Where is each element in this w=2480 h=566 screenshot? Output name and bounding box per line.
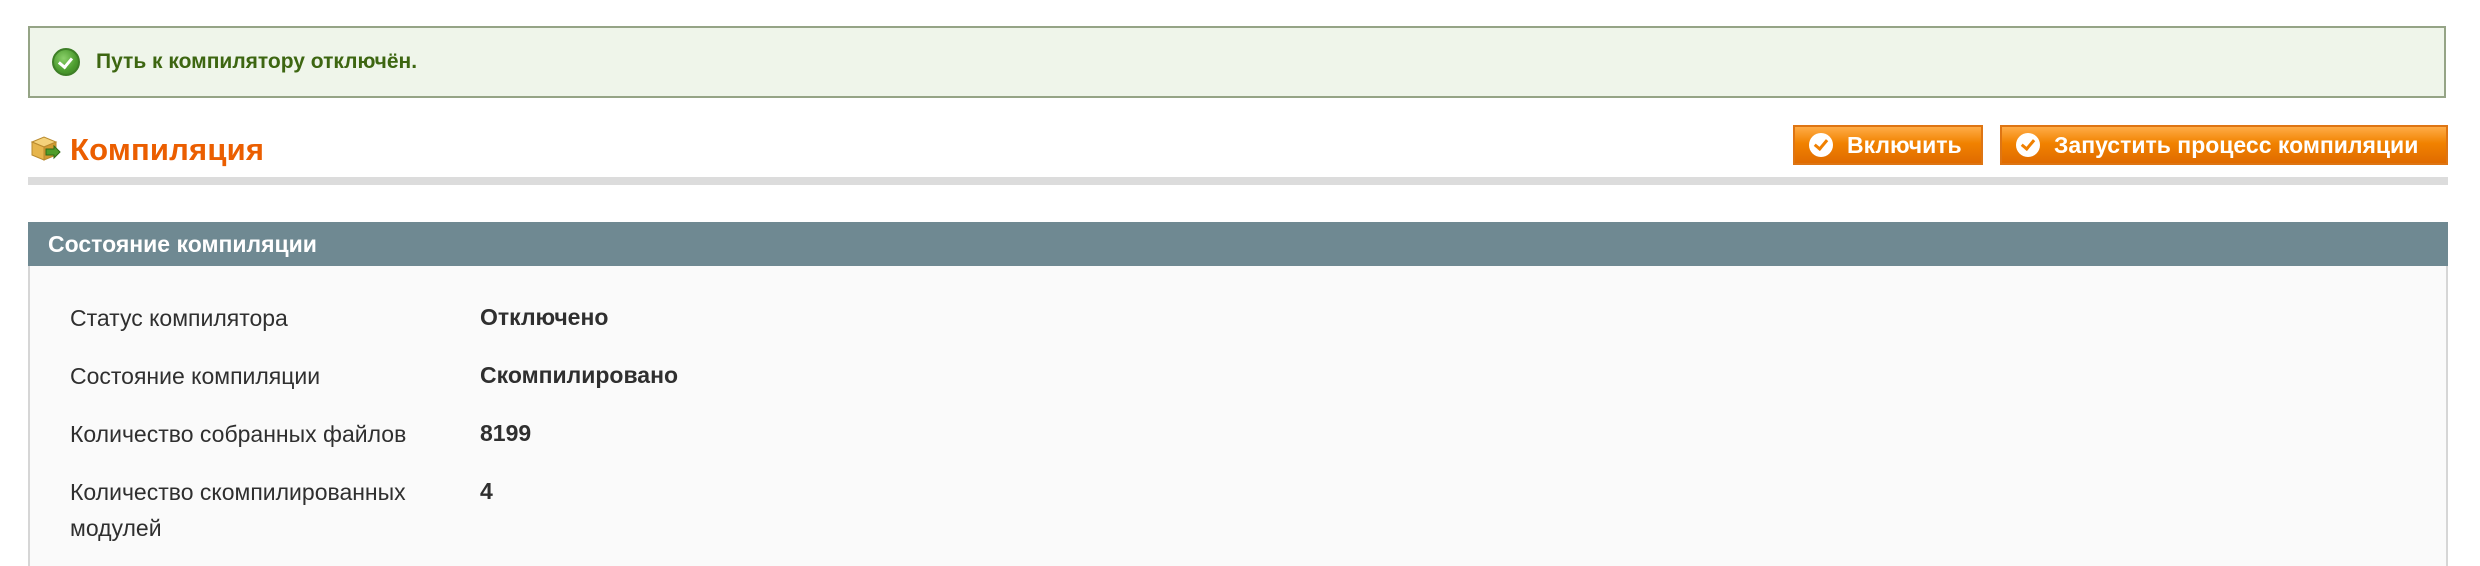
page-title: Компиляция: [70, 132, 265, 167]
check-icon: [1809, 133, 1833, 157]
run-compilation-button[interactable]: Запустить процесс компиляции: [2000, 125, 2448, 165]
run-compilation-button-label: Запустить процесс компиляции: [2054, 131, 2419, 158]
row-label: Состояние компиляции: [70, 363, 321, 389]
section-header: Состояние компиляции: [28, 222, 2448, 266]
row-value: 4: [480, 478, 493, 504]
compilation-status-table: Статус компилятора Отключено Состояние к…: [28, 266, 2448, 566]
enable-button-label: Включить: [1847, 131, 1962, 158]
success-message-text: Путь к компилятору отключён.: [96, 50, 418, 73]
compilation-box-icon: [30, 136, 61, 161]
check-icon: [2016, 133, 2040, 157]
section-title: Состояние компиляции: [48, 230, 317, 257]
header-divider: [28, 177, 2448, 185]
row-label: Статус компилятора: [70, 305, 288, 331]
success-check-icon: [52, 48, 80, 76]
row-label: Количество скомпилированных модулей: [70, 479, 406, 541]
row-value: 8199: [480, 420, 532, 446]
row-label: Количество собранных файлов: [70, 421, 407, 447]
row-value: Скомпилировано: [480, 362, 679, 388]
enable-button[interactable]: Включить: [1793, 125, 1983, 165]
success-message: Путь к компилятору отключён.: [28, 26, 2446, 98]
row-value: Отключено: [480, 304, 609, 330]
